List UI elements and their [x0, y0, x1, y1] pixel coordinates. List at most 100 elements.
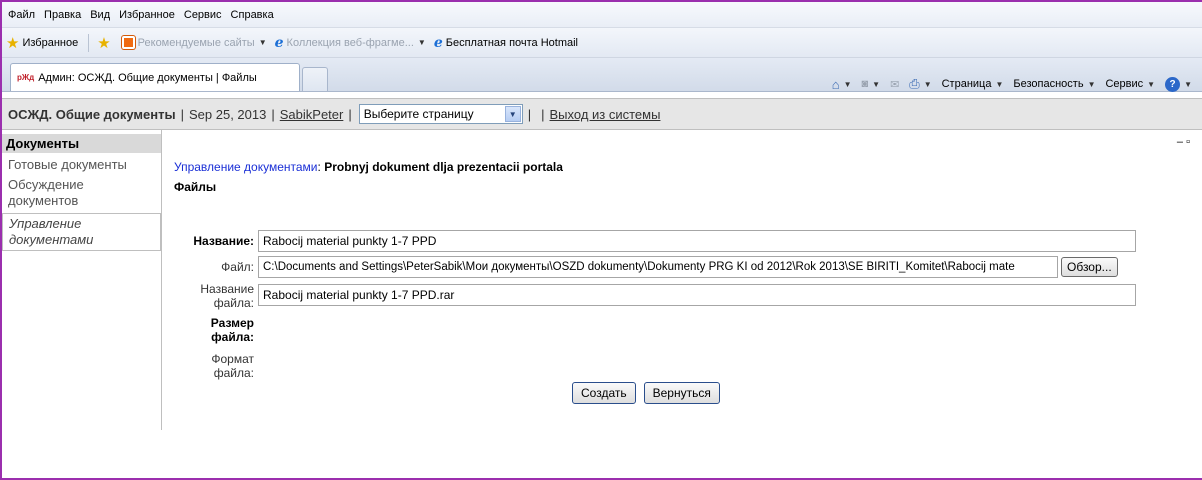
print-button[interactable]: ⎙ ▼ — [909, 76, 931, 92]
chevron-down-icon: ▼ — [923, 79, 932, 89]
format-label: Формат файла: — [174, 352, 258, 380]
chevron-down-icon: ▼ — [995, 79, 1004, 89]
user-link[interactable]: SabikPeter — [280, 107, 344, 122]
mail-button[interactable]: ✉ — [890, 78, 899, 91]
home-button[interactable]: ⌂ ▼ — [832, 77, 852, 92]
portal-header: ОСЖД. Общие документы | Sep 25, 2013 | S… — [2, 98, 1202, 130]
logout-link[interactable]: Выход из системы — [550, 107, 661, 122]
back-button[interactable]: Вернуться — [643, 382, 720, 404]
menu-favorites[interactable]: Избранное — [119, 9, 175, 21]
favorites-button[interactable]: ★ Избранное — [6, 34, 78, 52]
chevron-down-icon: ▼ — [1087, 79, 1096, 89]
minimize-icon[interactable]: – — [1177, 136, 1183, 148]
divider: | — [180, 106, 184, 122]
tools-menu-label: Сервис — [1105, 78, 1144, 90]
add-favorites-button[interactable]: ★ — [97, 34, 113, 52]
security-menu[interactable]: Безопасность ▼ — [1013, 78, 1095, 90]
breadcrumb-link[interactable]: Управление документами — [174, 160, 318, 174]
feeds-button[interactable]: ◙ ▼ — [861, 78, 880, 90]
page-menu-label: Страница — [941, 78, 992, 90]
new-tab-button[interactable] — [302, 67, 328, 91]
form-actions: Создать Вернуться — [572, 382, 720, 404]
chevron-down-icon: ▼ — [1184, 79, 1192, 89]
file-label: Файл: — [221, 260, 254, 274]
divider: | — [271, 106, 275, 122]
ie-icon: e — [433, 34, 443, 51]
divider: | — [348, 106, 352, 122]
browse-button[interactable]: Обзор... — [1061, 257, 1118, 277]
fav-label-webslices: Коллекция веб-фрагме... — [286, 36, 414, 49]
sidebar-item-ready-docs[interactable]: Готовые документы — [2, 155, 161, 175]
star-icon: ★ — [6, 34, 20, 52]
chevron-down-icon: ▼ — [258, 38, 267, 47]
breadcrumb: Управление документами: Probnyj dokument… — [174, 160, 1202, 174]
sidebar-heading: Документы — [2, 134, 161, 153]
filename-row: Название файла: Rabocij material punkty … — [174, 282, 1202, 310]
favorites-label: Избранное — [22, 36, 79, 49]
fav-label-suggested: Рекомендуемые сайты — [137, 36, 255, 49]
size-label-line1: Размер — [210, 316, 254, 330]
browser-tab[interactable]: рЖд Админ: ОСЖД. Общие документы | Файлы — [10, 63, 300, 91]
command-bar: ⌂ ▼ ◙ ▼ ✉ ⎙ ▼ Страница ▼ Безопасность ▼ Серви… — [822, 70, 1192, 98]
create-button[interactable]: Создать — [572, 382, 636, 404]
chevron-down-icon: ▼ — [417, 38, 426, 47]
filename-label-line1: Название — [200, 282, 254, 296]
fav-item-hotmail[interactable]: e Бесплатная почта Hotmail — [434, 35, 578, 51]
fav-item-webslices[interactable]: e Коллекция веб-фрагме... ▼ — [275, 35, 426, 51]
name-input[interactable]: Rabocij material punkty 1-7 PPD — [258, 230, 1136, 252]
menu-help[interactable]: Справка — [231, 9, 274, 21]
size-row: Размер файла: — [174, 316, 1202, 344]
sidebar-item-management[interactable]: Управление документами — [2, 213, 161, 251]
mail-icon: ✉ — [890, 78, 900, 91]
suggested-sites-icon — [121, 36, 135, 49]
ie-icon: e — [274, 34, 284, 51]
site-logo-icon: рЖд — [17, 73, 35, 82]
format-label-line1: Формат — [211, 352, 254, 366]
filename-input[interactable]: Rabocij material punkty 1-7 PPD.rar — [258, 284, 1136, 306]
divider: | — [541, 106, 545, 122]
header-date: Sep 25, 2013 — [189, 106, 267, 122]
file-row: Файл: C:\Documents and Settings\PeterSab… — [174, 256, 1202, 278]
security-menu-label: Безопасность — [1013, 78, 1084, 90]
page-select-value: Выберите страницу — [363, 107, 474, 121]
menu-tools[interactable]: Сервис — [184, 9, 222, 21]
page-menu[interactable]: Страница ▼ — [942, 78, 1004, 90]
menu-edit[interactable]: Правка — [44, 9, 81, 21]
filename-label: Название файла: — [174, 282, 258, 310]
fav-item-suggested[interactable]: Рекомендуемые сайты ▼ — [121, 36, 267, 49]
sidebar: Документы Готовые документы Обсуждение д… — [2, 130, 162, 430]
name-row: Название: Rabocij material punkty 1-7 PP… — [174, 230, 1202, 252]
portal-title: ОСЖД. Общие документы — [8, 106, 176, 122]
page-content: Документы Готовые документы Обсуждение д… — [2, 130, 1202, 430]
filename-label-line2: файла: — [213, 296, 254, 310]
format-row: Формат файла: — [174, 352, 1202, 380]
chevron-down-icon[interactable]: ▼ — [504, 106, 521, 122]
main-panel: – ▫ Управление документами: Probnyj doku… — [162, 130, 1202, 430]
help-button[interactable]: ? ▼ — [1165, 76, 1192, 92]
print-icon: ⎙ — [909, 76, 920, 91]
chevron-down-icon: ▼ — [1147, 79, 1156, 89]
tools-menu[interactable]: Сервис ▼ — [1105, 78, 1155, 90]
separator — [88, 33, 90, 52]
breadcrumb-separator: : — [317, 160, 321, 174]
home-icon: ⌂ — [831, 76, 840, 92]
format-label-line2: файла: — [213, 366, 254, 380]
document-title: Probnyj dokument dlja prezentacii portal… — [324, 160, 563, 174]
tab-title: Админ: ОСЖД. Общие документы | Файлы — [38, 71, 257, 84]
divider: | — [527, 106, 532, 122]
chevron-down-icon: ▼ — [843, 79, 852, 89]
page-select[interactable]: Выберите страницу ▼ — [358, 104, 523, 124]
name-label: Название: — [193, 234, 254, 248]
favorites-bar: ★ Избранное ★ Рекомендуемые сайты ▼ e Ко… — [2, 28, 1202, 58]
rss-icon: ◙ — [861, 78, 869, 90]
file-path-input[interactable]: C:\Documents and Settings\PeterSabik\Мои… — [258, 256, 1058, 278]
sidebar-item-discussion[interactable]: Обсуждение документов — [2, 175, 161, 211]
chevron-down-icon: ▼ — [872, 79, 881, 89]
menu-view[interactable]: Вид — [90, 9, 110, 21]
size-label-line2: файла: — [211, 330, 254, 344]
help-icon: ? — [1165, 76, 1181, 92]
menu-file[interactable]: Файл — [8, 9, 35, 21]
add-favorite-icon: ★ — [97, 34, 111, 52]
maximize-icon[interactable]: ▫ — [1186, 136, 1190, 148]
menu-bar: Файл Правка Вид Избранное Сервис Справка — [2, 2, 1202, 28]
